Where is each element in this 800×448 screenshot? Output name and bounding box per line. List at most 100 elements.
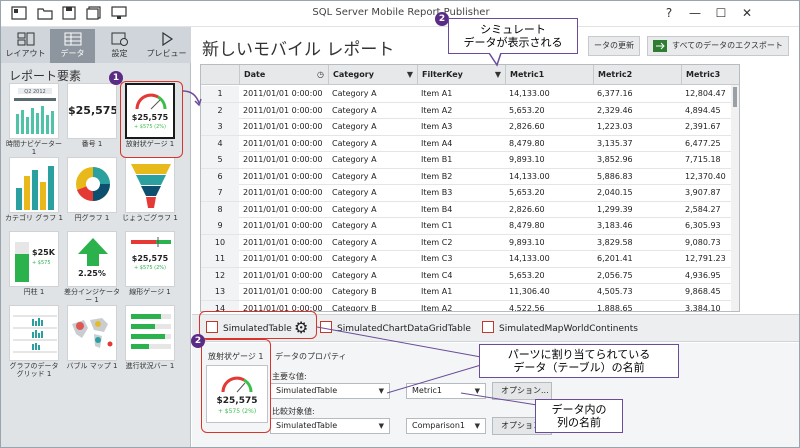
primary-table-select[interactable]: SimulatedTable ▼ [270, 383, 390, 399]
grid-scrollbar-thumb[interactable] [733, 87, 737, 107]
cell-metric1[interactable]: 11,306.40 [505, 284, 593, 300]
cell-metric2[interactable]: 1,888.65 [593, 301, 681, 312]
refresh-data-button[interactable]: ータの更新 [588, 36, 640, 56]
cell-metric3[interactable]: 3,384.10 [681, 301, 733, 312]
selected-gauge-thumbnail[interactable]: $25,575 + $575 (2%) [206, 365, 268, 423]
cell-date[interactable]: 2011/01/01 0:00:00 [239, 136, 328, 152]
row-number[interactable]: 3 [201, 119, 239, 135]
table-row[interactable]: 12 2011/01/01 0:00:00 Category A Item C4 5,6… [201, 267, 739, 284]
element-funnel-chart[interactable]: じょうごグラフ 1 [122, 157, 178, 229]
cell-date[interactable]: 2011/01/01 0:00:00 [239, 169, 328, 185]
maximize-button[interactable]: ☐ [713, 5, 729, 21]
cell-metric1[interactable]: 2,826.60 [505, 202, 593, 218]
cell-metric2[interactable]: 2,040.15 [593, 185, 681, 201]
column-header-date[interactable]: Date ◷ [239, 65, 328, 85]
row-number[interactable]: 10 [201, 234, 239, 251]
cell-metric1[interactable]: 4,522.56 [505, 301, 593, 312]
cell-category[interactable]: Category A [328, 136, 417, 152]
cell-category[interactable]: Category A [328, 268, 417, 284]
cell-date[interactable]: 2011/01/01 0:00:00 [239, 301, 328, 312]
cell-metric1[interactable]: 9,893.10 [505, 152, 593, 168]
cell-metric1[interactable]: 8,479.80 [505, 136, 593, 152]
cell-metric3[interactable]: 4,894.45 [681, 103, 733, 119]
cell-filterkey[interactable]: Item C4 [417, 268, 505, 284]
cell-date[interactable]: 2011/01/01 0:00:00 [239, 103, 328, 119]
cell-metric3[interactable]: 12,370.40 [681, 169, 733, 185]
cell-date[interactable]: 2011/01/01 0:00:00 [239, 235, 328, 251]
cell-filterkey[interactable]: Item C1 [417, 218, 505, 234]
cell-metric2[interactable]: 6,377.16 [593, 86, 681, 102]
compare-table-select[interactable]: SimulatedTable ▼ [270, 418, 390, 434]
cell-category[interactable]: Category B [328, 284, 417, 300]
minimize-button[interactable]: — [687, 5, 703, 21]
table-row[interactable]: 10 2011/01/01 0:00:00 Category A Item C2 9,8… [201, 234, 739, 251]
cell-metric1[interactable]: 5,653.20 [505, 103, 593, 119]
element-number[interactable]: $25,575 番号 1 [67, 83, 117, 155]
table-row[interactable]: 1 2011/01/01 0:00:00 Category A Item A1 14,1… [201, 86, 739, 103]
compare-column-select[interactable]: Comparison1 ▼ [406, 418, 486, 434]
tab-data[interactable]: データ [50, 29, 95, 63]
table-row[interactable]: 7 2011/01/01 0:00:00 Category A Item B3 5,65… [201, 185, 739, 202]
cell-metric2[interactable]: 3,183.46 [593, 218, 681, 234]
element-linear-gauge[interactable]: $25,575 + $575 (2%) 線形ゲージ 1 [125, 231, 175, 303]
cell-metric3[interactable]: 4,936.95 [681, 268, 733, 284]
cell-metric2[interactable]: 2,329.46 [593, 103, 681, 119]
table-row[interactable]: 2 2011/01/01 0:00:00 Category A Item A2 5,65… [201, 102, 739, 119]
cell-filterkey[interactable]: Item C2 [417, 235, 505, 251]
cell-date[interactable]: 2011/01/01 0:00:00 [239, 284, 328, 300]
tab-settings[interactable]: 設定 [97, 29, 142, 63]
cell-date[interactable]: 2011/01/01 0:00:00 [239, 86, 328, 102]
cell-metric1[interactable]: 14,133.00 [505, 169, 593, 185]
table-row[interactable]: 8 2011/01/01 0:00:00 Category A Item B4 2,82… [201, 201, 739, 218]
element-cylinder[interactable]: $25K + $575 円柱 1 [9, 231, 59, 303]
row-number[interactable]: 2 [201, 102, 239, 119]
cell-category[interactable]: Category A [328, 119, 417, 135]
table-row[interactable]: 9 2011/01/01 0:00:00 Category A Item C1 8,47… [201, 218, 739, 235]
cell-metric3[interactable]: 7,715.18 [681, 152, 733, 168]
table-row[interactable]: 14 2011/01/01 0:00:00 Category B Item A2 4,5… [201, 300, 739, 312]
tab-layout[interactable]: レイアウト [3, 29, 48, 63]
element-pie-chart[interactable]: 円グラフ 1 [67, 157, 117, 229]
element-category-chart[interactable]: カテゴリ グラフ 1 [5, 157, 63, 229]
cell-date[interactable]: 2011/01/01 0:00:00 [239, 119, 328, 135]
row-number[interactable]: 5 [201, 152, 239, 168]
export-all-data-button[interactable]: すべてのデータのエクスポート [647, 36, 789, 56]
tab-simulated-map-world-continents[interactable]: SimulatedMapWorldContinents [482, 321, 638, 337]
cell-metric1[interactable]: 2,826.60 [505, 119, 593, 135]
tab-simulated-table[interactable]: SimulatedTable [206, 321, 292, 337]
column-header-metric3[interactable]: Metric3 [681, 65, 739, 85]
row-number[interactable]: 14 [201, 300, 239, 311]
element-delta-indicator[interactable]: 2.25% 差分インジケーター 1 [64, 231, 120, 304]
cell-metric2[interactable]: 3,852.96 [593, 152, 681, 168]
cell-metric3[interactable]: 12,791.23 [681, 251, 733, 267]
element-bubble-map[interactable]: バブル マップ 1 [67, 305, 117, 377]
table-row[interactable]: 13 2011/01/01 0:00:00 Category B Item A1 11,… [201, 284, 739, 301]
close-button[interactable]: ✕ [739, 5, 755, 21]
data-grid[interactable]: Date ◷ Category ▼ FilterKey ▼ Metric1 Me… [200, 64, 740, 312]
row-number[interactable]: 12 [201, 267, 239, 284]
cell-filterkey[interactable]: Item A2 [417, 301, 505, 312]
clock-icon[interactable]: ◷ [317, 65, 324, 85]
cell-category[interactable]: Category A [328, 202, 417, 218]
cell-metric3[interactable]: 9,080.73 [681, 235, 733, 251]
cell-metric2[interactable]: 6,201.41 [593, 251, 681, 267]
cell-date[interactable]: 2011/01/01 0:00:00 [239, 185, 328, 201]
cell-metric1[interactable]: 5,653.20 [505, 185, 593, 201]
cell-category[interactable]: Category A [328, 103, 417, 119]
table-row[interactable]: 11 2011/01/01 0:00:00 Category A Item C3 14,… [201, 251, 739, 268]
cell-date[interactable]: 2011/01/01 0:00:00 [239, 152, 328, 168]
filter-icon[interactable]: ▼ [407, 65, 413, 85]
primary-options-button[interactable]: オプション... [492, 382, 552, 400]
row-number[interactable]: 9 [201, 218, 239, 234]
element-time-navigator[interactable]: Q2 2012 時間ナビゲーター 1 [6, 83, 62, 156]
row-number[interactable]: 7 [201, 185, 239, 201]
cell-metric2[interactable]: 4,505.73 [593, 284, 681, 300]
cell-metric1[interactable]: 14,133.00 [505, 86, 593, 102]
cell-metric1[interactable]: 5,653.20 [505, 268, 593, 284]
table-row[interactable]: 5 2011/01/01 0:00:00 Category A Item B1 9,89… [201, 152, 739, 169]
cell-metric2[interactable]: 1,223.03 [593, 119, 681, 135]
filter-icon[interactable]: ▼ [495, 65, 501, 85]
cell-category[interactable]: Category A [328, 152, 417, 168]
element-chart-data-grid[interactable]: グラフのデータ グリッド 1 [9, 305, 59, 378]
cell-metric1[interactable]: 14,133.00 [505, 251, 593, 267]
